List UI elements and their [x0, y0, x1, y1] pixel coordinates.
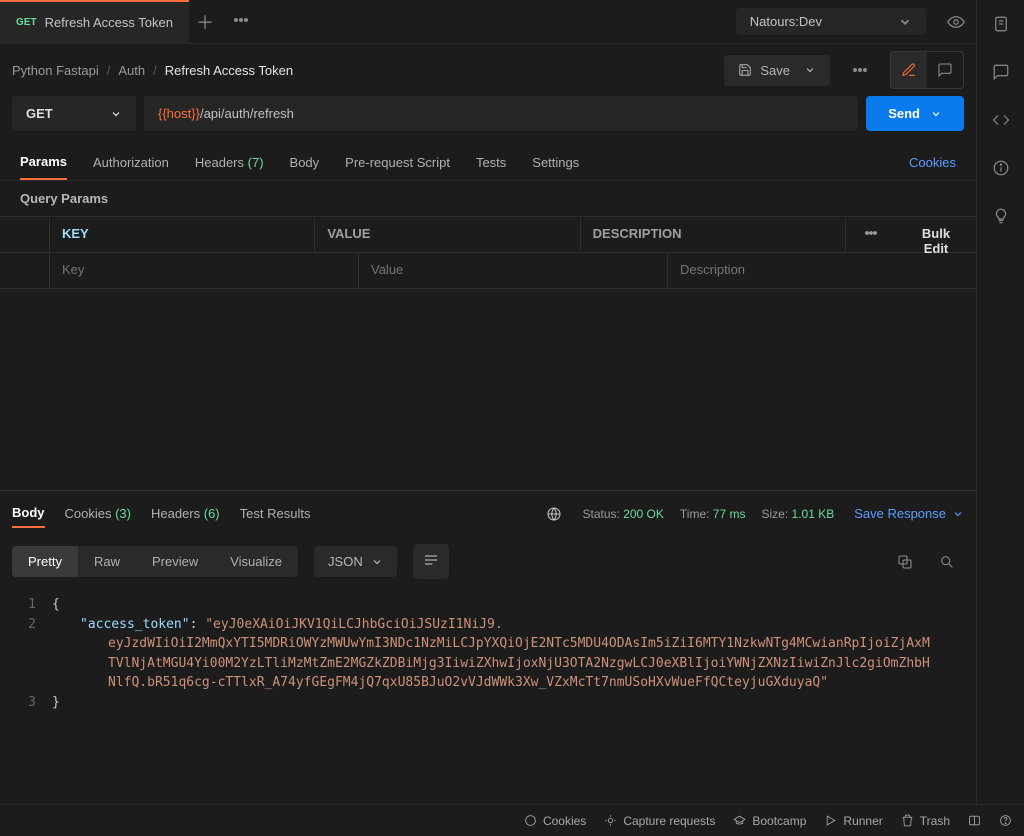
response-body[interactable]: 1{ 2"access_token": "eyJ0eXAiOiJKV1QiLCJ…: [0, 587, 976, 804]
status-panes[interactable]: [968, 814, 981, 827]
response-tab-headers[interactable]: Headers (6): [151, 500, 220, 527]
param-desc-input[interactable]: [680, 262, 964, 277]
format-raw[interactable]: Raw: [78, 546, 136, 577]
send-button[interactable]: Send: [866, 96, 964, 131]
save-button[interactable]: Save: [724, 55, 830, 86]
method-select[interactable]: GET: [12, 96, 136, 131]
tab-settings[interactable]: Settings: [532, 146, 579, 179]
tab-authorization[interactable]: Authorization: [93, 146, 169, 179]
col-description: DESCRIPTION: [581, 217, 846, 252]
query-params-label: Query Params: [0, 181, 976, 216]
response-tab-cookies[interactable]: Cookies (3): [65, 500, 131, 527]
more-actions-button[interactable]: [842, 52, 878, 88]
status-runner[interactable]: Runner: [824, 814, 882, 828]
environment-picker[interactable]: Natours:Dev: [736, 8, 926, 35]
response-tab-test-results[interactable]: Test Results: [240, 500, 311, 527]
status-help[interactable]: [999, 814, 1012, 827]
status-capture[interactable]: Capture requests: [604, 814, 715, 828]
save-response-button[interactable]: Save Response: [854, 506, 964, 521]
url-path: /api/auth/refresh: [200, 106, 294, 121]
breadcrumb-request: Refresh Access Token: [165, 63, 293, 78]
comment-mode-button[interactable]: [927, 52, 963, 88]
status-cookies[interactable]: Cookies: [524, 814, 586, 828]
status-trash[interactable]: Trash: [901, 814, 950, 828]
request-tab[interactable]: GET Refresh Access Token: [0, 0, 189, 44]
wrap-lines-button[interactable]: [413, 544, 449, 579]
tab-tests[interactable]: Tests: [476, 146, 506, 179]
format-preview[interactable]: Preview: [136, 546, 214, 577]
code-icon[interactable]: [989, 108, 1013, 132]
param-value-input[interactable]: [371, 262, 655, 277]
format-visualize[interactable]: Visualize: [214, 546, 298, 577]
bulk-edit-button[interactable]: Bulk Edit: [896, 217, 976, 252]
url-variable: {{host}}: [158, 106, 200, 121]
cookies-link[interactable]: Cookies: [909, 155, 956, 170]
edit-mode-button[interactable]: [891, 52, 927, 88]
response-status: Status: 200 OK Time: 77 ms Size: 1.01 KB: [582, 507, 834, 521]
globe-icon: [546, 506, 562, 522]
copy-response-button[interactable]: [888, 545, 922, 579]
tab-body[interactable]: Body: [290, 146, 320, 179]
response-type-select[interactable]: JSON: [314, 546, 397, 577]
url-input[interactable]: {{host}}/api/auth/refresh: [144, 96, 858, 131]
response-tab-body[interactable]: Body: [12, 499, 45, 528]
tab-method: GET: [16, 17, 37, 28]
docs-icon[interactable]: [989, 12, 1013, 36]
bulb-icon[interactable]: [989, 204, 1013, 228]
params-table: KEY VALUE DESCRIPTION Bulk Edit: [0, 216, 976, 289]
param-key-input[interactable]: [62, 262, 346, 277]
tab-headers[interactable]: Headers (7): [195, 146, 264, 179]
tab-title: Refresh Access Token: [45, 15, 173, 30]
search-response-button[interactable]: [930, 545, 964, 579]
environment-quicklook-button[interactable]: [936, 13, 976, 31]
status-bootcamp[interactable]: Bootcamp: [733, 814, 806, 828]
tab-overflow-button[interactable]: [221, 12, 261, 31]
new-tab-button[interactable]: ＋: [189, 6, 221, 38]
breadcrumb-folder[interactable]: Auth: [118, 63, 145, 78]
environment-name: Natours:Dev: [750, 14, 822, 29]
params-more-button[interactable]: [846, 217, 896, 252]
comments-icon[interactable]: [989, 60, 1013, 84]
tab-params[interactable]: Params: [20, 145, 67, 180]
breadcrumb-collection[interactable]: Python Fastapi: [12, 63, 99, 78]
col-value: VALUE: [315, 217, 580, 252]
format-pretty[interactable]: Pretty: [12, 546, 78, 577]
tab-prerequest[interactable]: Pre-request Script: [345, 146, 450, 179]
col-key: KEY: [50, 217, 315, 252]
info-icon[interactable]: [989, 156, 1013, 180]
breadcrumb: Python Fastapi / Auth / Refresh Access T…: [12, 63, 293, 78]
